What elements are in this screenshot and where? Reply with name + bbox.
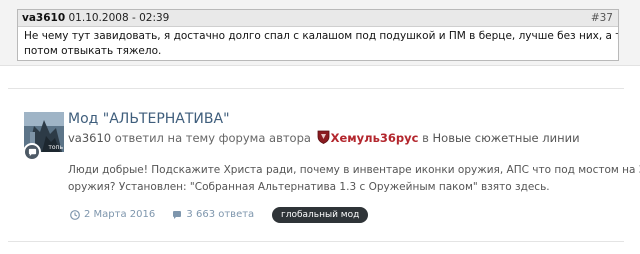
quote-post-number[interactable]: #37 (591, 10, 613, 26)
quote-header: va3610 01.10.2008 - 02:39 (18, 10, 618, 27)
footer-replies[interactable]: 3 663 ответа (172, 207, 254, 223)
result-meta: va3610 ответил на тему форума автора Хем… (68, 130, 580, 146)
divider-bottom (8, 241, 624, 242)
quote-text-line-1: Не чему тут завидовать, я достачно долго… (24, 30, 618, 42)
comment-icon (173, 211, 182, 219)
footer-date-text: 2 Марта 2016 (84, 209, 156, 220)
meta-in-text: в (422, 131, 429, 145)
tag-badge[interactable]: глобальный мод (272, 207, 369, 223)
previous-post-area: va3610 01.10.2008 - 02:39 #37 Не чему ту… (0, 0, 640, 66)
snippet-line-1: Люди добрые! Подскажите Христа ради, поч… (68, 164, 640, 176)
quote-author[interactable]: va3610 (22, 12, 65, 24)
result-footer: 2 Марта 2016 3 663 ответа (70, 207, 268, 223)
footer-date[interactable]: 2 Марта 2016 (70, 207, 155, 223)
quote-block: va3610 01.10.2008 - 02:39 #37 Не чему ту… (17, 9, 619, 61)
comment-bubble-icon (23, 143, 41, 161)
meta-action-text: ответил на тему форума автора (114, 131, 311, 145)
avatar-caption: топь (48, 144, 63, 151)
quote-text-line-2: потом отвыкать тяжело. (24, 45, 162, 57)
quote-date: 01.10.2008 - 02:39 (68, 12, 170, 24)
meta-author-link[interactable]: Хемуль36рус (331, 131, 419, 145)
footer-replies-text: 3 663 ответа (186, 209, 255, 220)
quote-text: Не чему тут завидовать, я достачно долго… (18, 27, 618, 59)
meta-forum-link[interactable]: Новые сюжетные линии (433, 131, 580, 145)
shield-emblem-icon (317, 130, 330, 144)
meta-user-link[interactable]: va3610 (68, 131, 111, 145)
result-snippet: Люди добрые! Подскажите Христа ради, поч… (68, 162, 640, 196)
snippet-line-2: оружия? Установлен: "Собранная Альтернат… (68, 181, 550, 193)
divider (8, 88, 624, 89)
clock-icon (70, 210, 80, 220)
result-title[interactable]: Мод "АЛЬТЕРНАТИВА" (68, 110, 230, 128)
